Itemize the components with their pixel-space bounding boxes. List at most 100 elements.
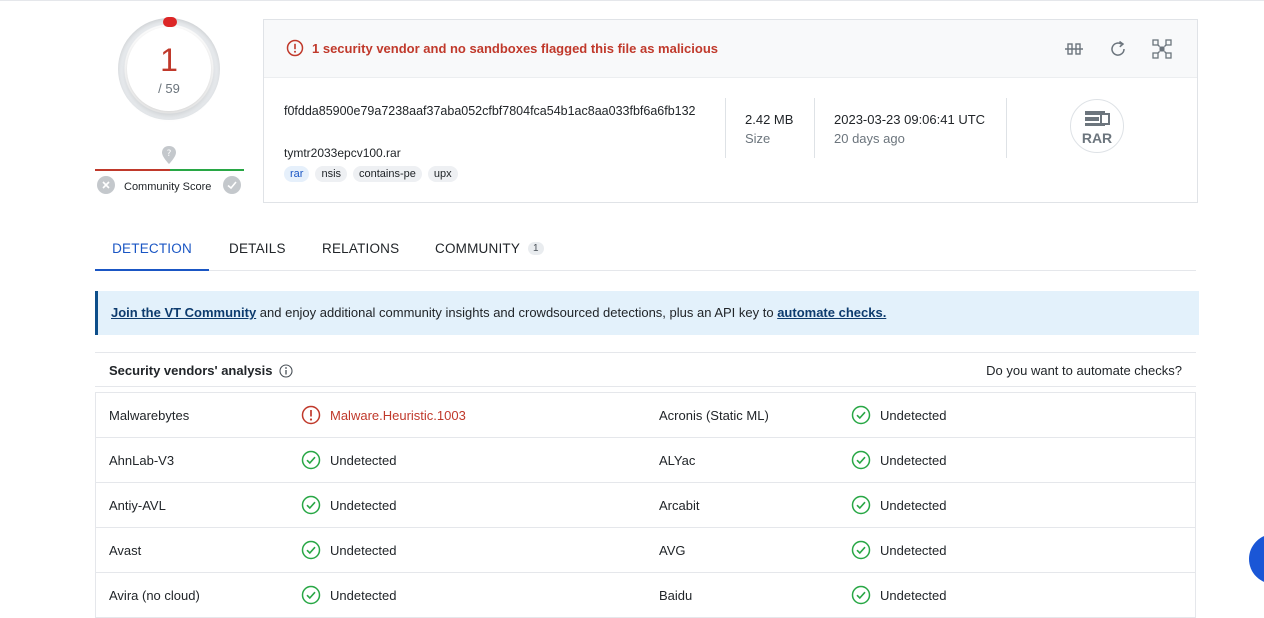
file-type-icon: RAR: [1070, 99, 1124, 153]
reanalyze-button[interactable]: [1107, 38, 1129, 60]
score-indicator-dot: [163, 17, 177, 27]
file-size-value: 2.42 MB: [745, 112, 794, 127]
result-label: Undetected: [880, 452, 947, 468]
tab-label: DETAILS: [229, 241, 286, 256]
tag[interactable]: nsis: [315, 166, 348, 182]
vendor-name: AVG: [659, 542, 686, 558]
community-score-negative-bar: [95, 169, 170, 171]
file-name: tymtr2033epcv100.rar: [284, 146, 401, 160]
banner-text: Join the VT Community and enjoy addition…: [111, 305, 886, 320]
automate-checks-link[interactable]: automate checks.: [777, 305, 886, 320]
vendor-name: AhnLab-V3: [109, 452, 175, 468]
svg-text:?: ?: [167, 149, 172, 159]
join-community-link[interactable]: Join the VT Community: [111, 305, 256, 320]
malicious-alert: 1 security vendor and no sandboxes flagg…: [286, 39, 718, 57]
result-label: Undetected: [880, 497, 947, 513]
close-icon: [102, 181, 110, 189]
check-circle-icon: [301, 450, 321, 470]
vendor-result: Undetected: [851, 528, 947, 572]
svg-text:RAR: RAR: [1082, 130, 1112, 146]
alert-circle-icon: [286, 39, 304, 57]
community-score-marker-icon: ?: [160, 145, 178, 165]
file-hash[interactable]: f0fdda85900e79a7238aaf37aba052cfbf7804fc…: [284, 102, 704, 121]
check-circle-icon: [851, 540, 871, 560]
check-circle-icon: [301, 540, 321, 560]
result-label: Undetected: [330, 542, 397, 558]
graph-button[interactable]: [1151, 38, 1173, 60]
tab-label: DETECTION: [112, 241, 192, 256]
date-relative: 20 days ago: [834, 131, 905, 146]
vendors-analysis-header: Security vendors' analysis Do you want t…: [95, 352, 1196, 387]
divider: [814, 98, 815, 158]
vendor-name: Malwarebytes: [109, 407, 190, 423]
tab-details[interactable]: DETAILS: [229, 228, 286, 269]
floating-action-button[interactable]: [1249, 534, 1264, 584]
vote-harmless-button[interactable]: [223, 176, 241, 194]
date-value: 2023-03-23 09:06:41 UTC: [834, 112, 986, 127]
result-label: Undetected: [330, 497, 397, 513]
table-row: AhnLab-V3 Undetected ALYac Undetected: [96, 438, 1195, 483]
table-row: Avira (no cloud) Undetected Baidu Undete…: [96, 573, 1195, 618]
vendor-name: ALYac: [659, 452, 696, 468]
vendor-result: Undetected: [301, 483, 397, 527]
vendors-table: Malwarebytes Malware.Heuristic.1003 Acro…: [95, 392, 1196, 618]
tab-detection[interactable]: DETECTION: [95, 228, 209, 271]
vendor-name: Acronis (Static ML): [659, 407, 769, 423]
compare-button[interactable]: [1063, 38, 1085, 60]
tab-community[interactable]: COMMUNITY 1: [435, 228, 544, 269]
table-row: Antiy-AVL Undetected Arcabit Undetected: [96, 483, 1195, 528]
check-circle-icon: [851, 450, 871, 470]
result-label: Malware.Heuristic.1003: [330, 407, 466, 423]
tab-bar: DETECTION DETAILS RELATIONS COMMUNITY 1: [95, 228, 1196, 271]
automate-checks-prompt[interactable]: Do you want to automate checks?: [986, 363, 1182, 378]
vendor-result: Undetected: [851, 573, 947, 617]
check-circle-icon: [301, 585, 321, 605]
detection-score-gauge: 1 / 59: [118, 17, 220, 120]
vendors-analysis-title: Security vendors' analysis: [109, 363, 293, 378]
tag[interactable]: upx: [427, 166, 458, 182]
alert-text: 1 security vendor and no sandboxes flagg…: [312, 40, 719, 56]
tag[interactable]: rar: [284, 166, 310, 182]
vendor-result: Undetected: [301, 438, 397, 482]
vote-harmful-button[interactable]: [97, 176, 115, 194]
banner-middle-text: and enjoy additional community insights …: [256, 305, 778, 320]
vendor-result: Undetected: [301, 573, 397, 617]
header-toolbar: [1063, 38, 1173, 60]
card-header: 1 security vendor and no sandboxes flagg…: [264, 20, 1197, 78]
refresh-icon: [1111, 40, 1125, 56]
vendor-result: Undetected: [851, 483, 947, 527]
vendor-result: Undetected: [301, 528, 397, 572]
file-size-label: Size: [745, 131, 771, 146]
community-score-positive-bar: [170, 169, 244, 171]
divider: [1006, 98, 1007, 158]
info-icon[interactable]: [278, 363, 293, 378]
vendor-result: Undetected: [851, 438, 947, 482]
file-summary-card: 1 security vendor and no sandboxes flagg…: [263, 19, 1198, 203]
tab-relations[interactable]: RELATIONS: [322, 228, 399, 269]
alert-circle-icon: [301, 405, 321, 425]
result-label: Undetected: [330, 587, 397, 603]
community-score-label: Community Score: [124, 181, 212, 193]
comment-count-badge: 1: [528, 242, 544, 255]
check-circle-icon: [851, 585, 871, 605]
divider: [725, 98, 726, 158]
engines-total: / 59: [158, 81, 180, 96]
result-label: Undetected: [880, 407, 947, 423]
vendors-title-text: Security vendors' analysis: [109, 363, 273, 378]
vendor-name: Avast: [109, 542, 142, 558]
tab-label: COMMUNITY: [435, 241, 521, 256]
compare-icon: [1065, 43, 1083, 55]
check-circle-icon: [851, 495, 871, 515]
file-size: 2.42 MB Size: [745, 112, 793, 146]
table-row: Avast Undetected AVG Undetected: [96, 528, 1195, 573]
tag[interactable]: contains-pe: [353, 166, 422, 182]
graph-nodes-icon: [1152, 39, 1172, 59]
vendor-name: Baidu: [659, 587, 693, 603]
check-circle-icon: [851, 405, 871, 425]
table-row: Malwarebytes Malware.Heuristic.1003 Acro…: [96, 393, 1195, 438]
community-banner: Join the VT Community and enjoy addition…: [95, 291, 1199, 335]
result-label: Undetected: [880, 542, 947, 558]
vendor-result: Malware.Heuristic.1003: [301, 393, 466, 437]
detection-count: 1: [160, 42, 178, 78]
result-label: Undetected: [330, 452, 397, 468]
